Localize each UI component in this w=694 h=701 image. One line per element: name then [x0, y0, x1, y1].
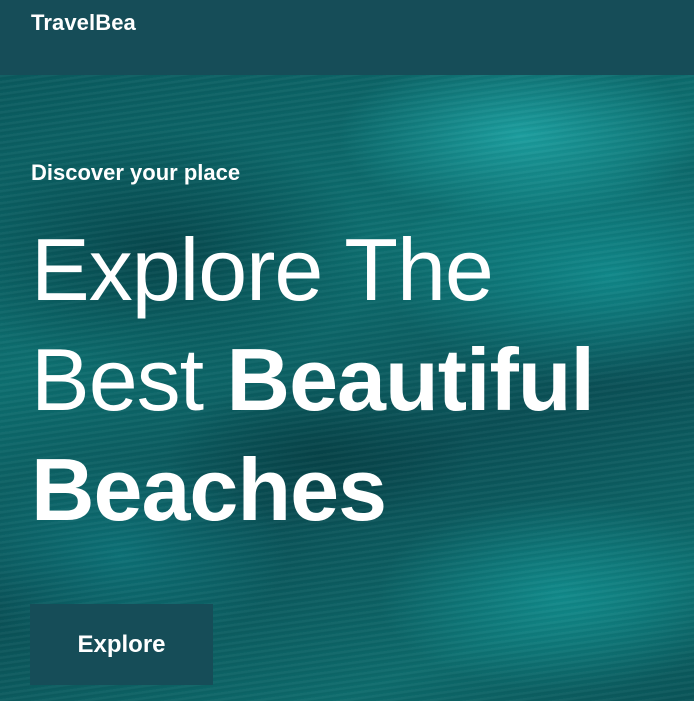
brand-logo-text[interactable]: TravelBea: [31, 10, 136, 36]
hero-headline: Explore The Best Beautiful Beaches: [31, 215, 595, 545]
headline-line-2-regular: Best: [31, 330, 204, 429]
headline-line-1: Explore The: [31, 220, 494, 319]
explore-button[interactable]: Explore: [30, 604, 213, 685]
hero-subtitle: Discover your place: [31, 160, 241, 185]
headline-line-2-bold: Beautiful: [226, 330, 595, 429]
hero-section: Discover your place Explore The Best Bea…: [0, 75, 694, 701]
top-navbar: TravelBea: [0, 0, 694, 75]
headline-line-3-bold: Beaches: [31, 440, 387, 539]
